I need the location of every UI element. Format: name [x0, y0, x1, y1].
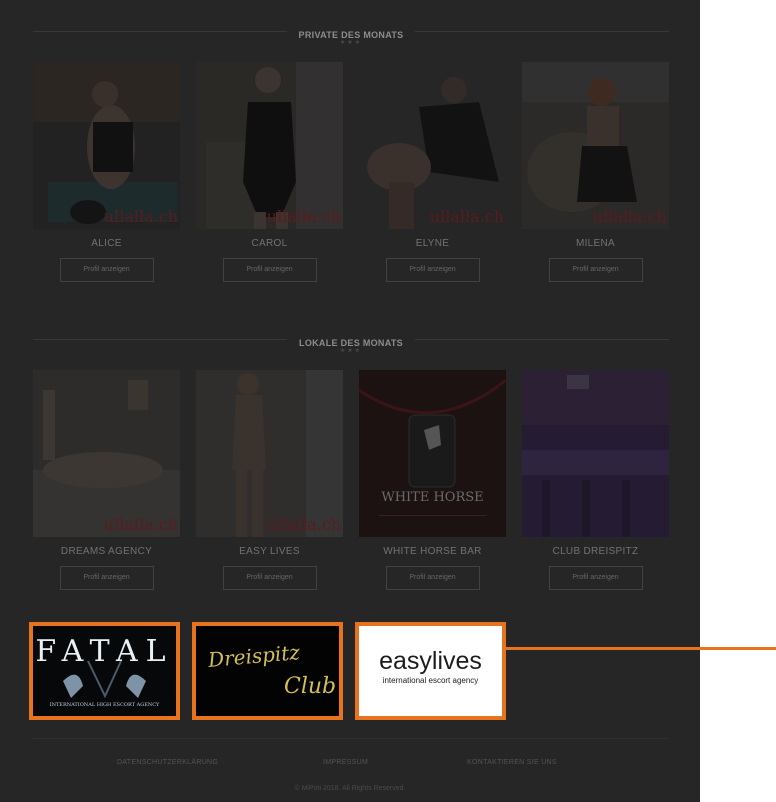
star-divider-icon: ★★★ [339, 40, 363, 46]
fatal-tagline: INTERNATIONAL HIGH ESCORT AGENCY [49, 702, 160, 708]
profile-photo[interactable]: ullalla.ch [359, 62, 506, 229]
profile-photo[interactable]: ullalla.ch [196, 62, 343, 229]
show-profile-button[interactable]: Profil anzeigen [548, 258, 643, 282]
show-profile-button[interactable]: Profil anzeigen [59, 566, 154, 590]
show-profile-button[interactable]: Profil anzeigen [222, 258, 317, 282]
profile-card-milena[interactable]: ullalla.ch MILENA Profil anzeigen [522, 62, 669, 282]
profile-name[interactable]: CAROL [196, 238, 343, 249]
watermark: ullalla.ch [266, 515, 341, 534]
easylives-logo-text: easylives [379, 647, 482, 675]
fatal-logo-text: FATAL [35, 634, 174, 669]
venue-card-white-horse-bar[interactable]: WHITE HORSE WHITE HORSE BAR Profil anzei… [359, 370, 506, 590]
callout-connector-line [505, 647, 776, 650]
venue-photo[interactable]: ullalla.ch [196, 370, 343, 537]
show-profile-button[interactable]: Profil anzeigen [222, 566, 317, 590]
profile-card-carol[interactable]: ullalla.ch CAROL Profil anzeigen [196, 62, 343, 282]
footer-link-privacy[interactable]: DATENSCHUTZERKLÄRUNG [117, 759, 218, 766]
profile-card-elyne[interactable]: ullalla.ch ELYNE Profil anzeigen [359, 62, 506, 282]
section-header-local: LOKALE DES MONATS ★★★ [33, 338, 669, 359]
profile-card-alice[interactable]: ullalla.ch ALICE Profil anzeigen [33, 62, 180, 282]
venue-card-club-dreispitz[interactable]: CLUB DREISPITZ Profil anzeigen [522, 370, 669, 590]
show-profile-button[interactable]: Profil anzeigen [59, 258, 154, 282]
watermark: ullalla.ch [103, 515, 178, 534]
watermark: ullalla.ch [429, 207, 504, 226]
venue-name[interactable]: CLUB DREISPITZ [522, 546, 669, 557]
footer-link-imprint[interactable]: IMPRESSUM [323, 759, 368, 766]
show-profile-button[interactable]: Profil anzeigen [385, 258, 480, 282]
venue-card-easy-lives[interactable]: ullalla.ch EASY LIVES Profil anzeigen [196, 370, 343, 590]
venue-name[interactable]: WHITE HORSE BAR [359, 546, 506, 557]
profile-photo[interactable]: ullalla.ch [522, 62, 669, 229]
ad-banner-dreispitz-club[interactable]: Dreispitz Club [192, 622, 343, 720]
show-profile-button[interactable]: Profil anzeigen [385, 566, 480, 590]
footer-divider [33, 738, 669, 739]
profile-photo[interactable]: ullalla.ch [33, 62, 180, 229]
section-header-private: PRIVATE DES MONATS ★★★ [33, 30, 669, 51]
watermark: ullalla.ch [103, 207, 178, 226]
watermark: ullalla.ch [592, 207, 667, 226]
footer-link-contact[interactable]: KONTAKTIEREN SIE UNS [467, 759, 557, 766]
venue-photo[interactable]: WHITE HORSE [359, 370, 506, 537]
venue-photo[interactable]: ullalla.ch [33, 370, 180, 537]
profile-name[interactable]: MILENA [522, 238, 669, 249]
dreispitz-logo-line2: Club [284, 674, 337, 699]
ad-banner-fatal[interactable]: FATAL INTERNATIONAL HIGH ESCORT AGENCY [29, 622, 180, 720]
profile-name[interactable]: ALICE [33, 238, 180, 249]
venue-card-dreams-agency[interactable]: ullalla.ch DREAMS AGENCY Profil anzeigen [33, 370, 180, 590]
dreispitz-logo-line1: Dreispitz [207, 640, 301, 672]
profile-name[interactable]: ELYNE [359, 238, 506, 249]
copyright-text: © MiPoti 2018. All Rights Reserved. [294, 785, 406, 792]
venue-name[interactable]: DREAMS AGENCY [33, 546, 180, 557]
easylives-tagline: international escort agency [382, 676, 479, 685]
white-horse-logo-text: WHITE HORSE [381, 490, 484, 505]
watermark: ullalla.ch [266, 207, 341, 226]
venue-name[interactable]: EASY LIVES [196, 546, 343, 557]
ad-banner-easylives[interactable]: easylives international escort agency [355, 622, 506, 720]
show-profile-button[interactable]: Profil anzeigen [548, 566, 643, 590]
venue-photo[interactable] [522, 370, 669, 537]
star-divider-icon: ★★★ [339, 348, 363, 354]
